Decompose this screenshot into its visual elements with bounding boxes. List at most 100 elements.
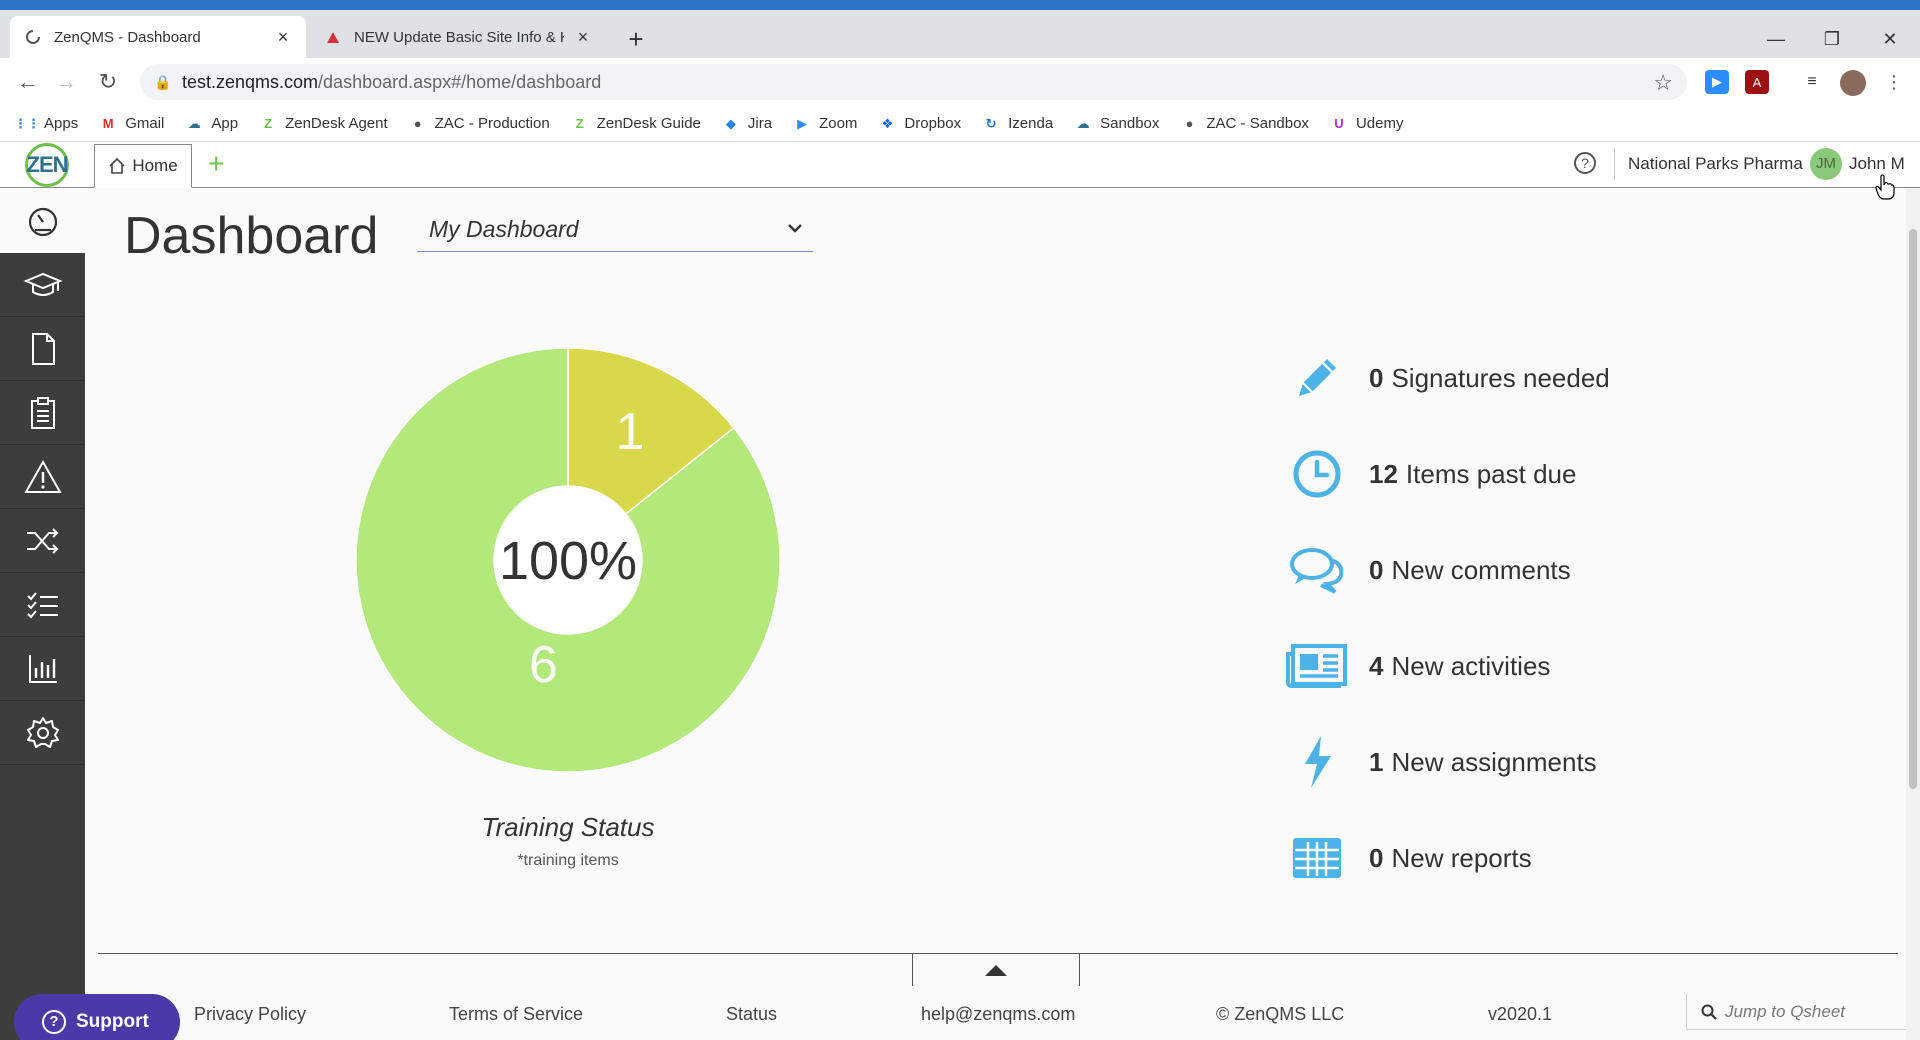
sidebar-item-reports[interactable] xyxy=(0,637,85,701)
close-tab-icon[interactable]: × xyxy=(574,28,592,46)
sidebar-item-audits[interactable] xyxy=(0,381,85,445)
bookmark-item[interactable]: M Gmail xyxy=(99,115,165,133)
media-queue-icon[interactable]: ≡ xyxy=(1800,70,1824,94)
header-divider xyxy=(1614,148,1615,180)
bookmark-label: Zoom xyxy=(819,115,858,132)
add-tab-button[interactable]: + xyxy=(208,150,224,178)
sidebar xyxy=(0,189,85,1040)
stat-count: 0 xyxy=(1369,554,1384,585)
restore-icon[interactable]: ❐ xyxy=(1812,24,1852,54)
url-path: /dashboard.aspx#/home/dashboard xyxy=(318,71,602,92)
zendesk-icon: Z xyxy=(264,116,273,131)
stat-signatures[interactable]: 0 Signatures needed xyxy=(1285,348,1885,408)
bookmark-item[interactable]: ▶ Zoom xyxy=(793,115,857,133)
lightning-icon xyxy=(1285,732,1349,792)
stat-label: Signatures needed xyxy=(1391,362,1610,393)
caret-up-icon xyxy=(985,965,1007,976)
sidebar-item-training[interactable] xyxy=(0,253,85,317)
dashboard-select[interactable]: My Dashboard xyxy=(417,208,813,252)
bookmark-label: ZAC - Production xyxy=(434,115,550,132)
organization-name[interactable]: National Parks Pharma xyxy=(1628,154,1803,174)
stat-reports[interactable]: 0 New reports xyxy=(1285,828,1885,888)
bookmark-label: ZenDesk Agent xyxy=(285,115,388,132)
new-tab-button[interactable]: + xyxy=(622,26,650,54)
forward-arrow-icon[interactable]: → xyxy=(52,68,80,96)
url-host: test.zenqms.com xyxy=(182,71,319,92)
newspaper-icon xyxy=(1285,636,1349,696)
bookmark-item[interactable]: Z ZenDesk Guide xyxy=(571,115,701,133)
document-icon xyxy=(31,332,55,365)
stat-label: New activities xyxy=(1391,650,1551,681)
dashboard-select-value: My Dashboard xyxy=(429,216,579,242)
sidebar-item-tasks[interactable] xyxy=(0,573,85,637)
bookmark-label: Izenda xyxy=(1008,115,1054,132)
footer-link-privacy[interactable]: Privacy Policy xyxy=(194,1004,306,1025)
acrobat-extension-icon[interactable]: A xyxy=(1745,70,1769,94)
close-tab-icon[interactable]: × xyxy=(274,28,292,46)
slice-value-label: 1 xyxy=(616,403,645,461)
bookmark-item[interactable]: ⋮⋮ Apps xyxy=(14,115,78,133)
footer-link-email[interactable]: help@zenqms.com xyxy=(921,1004,1075,1025)
bookmark-item[interactable]: ↻ Izenda xyxy=(982,115,1054,133)
support-button[interactable]: ? Support xyxy=(14,994,180,1040)
browser-menu-icon[interactable]: ⋮ xyxy=(1882,70,1906,94)
user-name[interactable]: John M xyxy=(1849,154,1905,174)
qsheet-search-input[interactable]: Jump to Qsheet xyxy=(1686,994,1916,1030)
help-icon[interactable]: ? xyxy=(1574,152,1596,174)
sidebar-item-settings[interactable] xyxy=(0,701,85,765)
bookmark-item[interactable]: ● ZAC - Production xyxy=(409,115,550,133)
user-avatar[interactable]: JM xyxy=(1810,148,1842,180)
close-window-icon[interactable]: ✕ xyxy=(1870,24,1910,54)
scrollbar-thumb[interactable] xyxy=(1909,229,1917,789)
bookmark-item[interactable]: ☁ App xyxy=(185,115,238,133)
bookmark-label: ZenDesk Guide xyxy=(596,115,701,132)
stat-activities[interactable]: 4 New activities xyxy=(1285,636,1885,696)
bookmark-star-icon[interactable]: ☆ xyxy=(1653,70,1673,96)
stat-past-due[interactable]: 12 Items past due xyxy=(1285,444,1885,504)
sidebar-item-events[interactable] xyxy=(0,445,85,509)
bookmark-item[interactable]: ● ZAC - Sandbox xyxy=(1180,115,1308,133)
clock-icon xyxy=(1285,444,1349,504)
bookmark-label: Sandbox xyxy=(1100,115,1160,132)
footer-link-terms[interactable]: Terms of Service xyxy=(449,1004,583,1025)
bookmark-item[interactable]: U Udemy xyxy=(1330,115,1403,133)
stat-comments[interactable]: 0 New comments xyxy=(1285,540,1885,600)
url-input[interactable]: 🔒 test.zenqms.com/dashboard.aspx#/home/d… xyxy=(140,64,1687,100)
zoom-extension-icon[interactable]: ▶ xyxy=(1705,70,1729,94)
profile-avatar[interactable] xyxy=(1840,70,1866,96)
stat-count: 1 xyxy=(1369,746,1384,777)
browser-tab-inactive[interactable]: NEW Update Basic Site Info & Ke × xyxy=(310,16,606,58)
sidebar-item-dashboard[interactable] xyxy=(0,189,85,253)
footer-expand-toggle[interactable] xyxy=(912,954,1080,986)
minimize-icon[interactable]: — xyxy=(1756,24,1796,54)
hand-cursor-icon xyxy=(1875,174,1895,200)
back-arrow-icon[interactable]: ← xyxy=(14,68,42,96)
globe-icon: ● xyxy=(413,116,422,131)
chart-subtitle: *training items xyxy=(517,852,619,869)
jira-icon: ◆ xyxy=(725,115,736,131)
sidebar-item-documents[interactable] xyxy=(0,317,85,381)
stat-assignments[interactable]: 1 New assignments xyxy=(1285,732,1885,792)
home-tab[interactable]: Home xyxy=(94,144,192,188)
udemy-icon: U xyxy=(1334,116,1344,131)
stat-count: 0 xyxy=(1369,842,1384,873)
zen-favicon-icon xyxy=(24,28,42,46)
address-bar-row: ← → ↻ 🔒 test.zenqms.com/dashboard.aspx#/… xyxy=(0,58,1920,106)
zenqms-logo[interactable]: ZEN xyxy=(12,142,82,188)
footer-link-status[interactable]: Status xyxy=(726,1004,777,1025)
bookmark-item[interactable]: ◆ Jira xyxy=(722,115,772,133)
bookmarks-bar: ⋮⋮ Apps M Gmail ☁ App Z ZenDesk Agent ● ZAC - Pro… xyxy=(0,106,1920,142)
pencil-icon xyxy=(1285,348,1349,408)
chevron-down-icon xyxy=(788,224,802,233)
reload-icon[interactable]: ↻ xyxy=(94,68,122,96)
browser-tab-active[interactable]: ZenQMS - Dashboard × xyxy=(10,16,306,58)
donut-chart-svg: 6 1 100% xyxy=(355,347,781,773)
qsheet-search-placeholder: Jump to Qsheet xyxy=(1725,1001,1846,1021)
page-scrollbar[interactable] xyxy=(1906,189,1920,1040)
sidebar-item-change-control[interactable] xyxy=(0,509,85,573)
logo-text: ZEN xyxy=(25,143,69,187)
bookmark-item[interactable]: ☁ Sandbox xyxy=(1074,115,1160,133)
bookmark-item[interactable]: Z ZenDesk Agent xyxy=(259,115,388,133)
globe-icon: ● xyxy=(1185,116,1194,131)
bookmark-item[interactable]: ❖ Dropbox xyxy=(878,115,962,133)
